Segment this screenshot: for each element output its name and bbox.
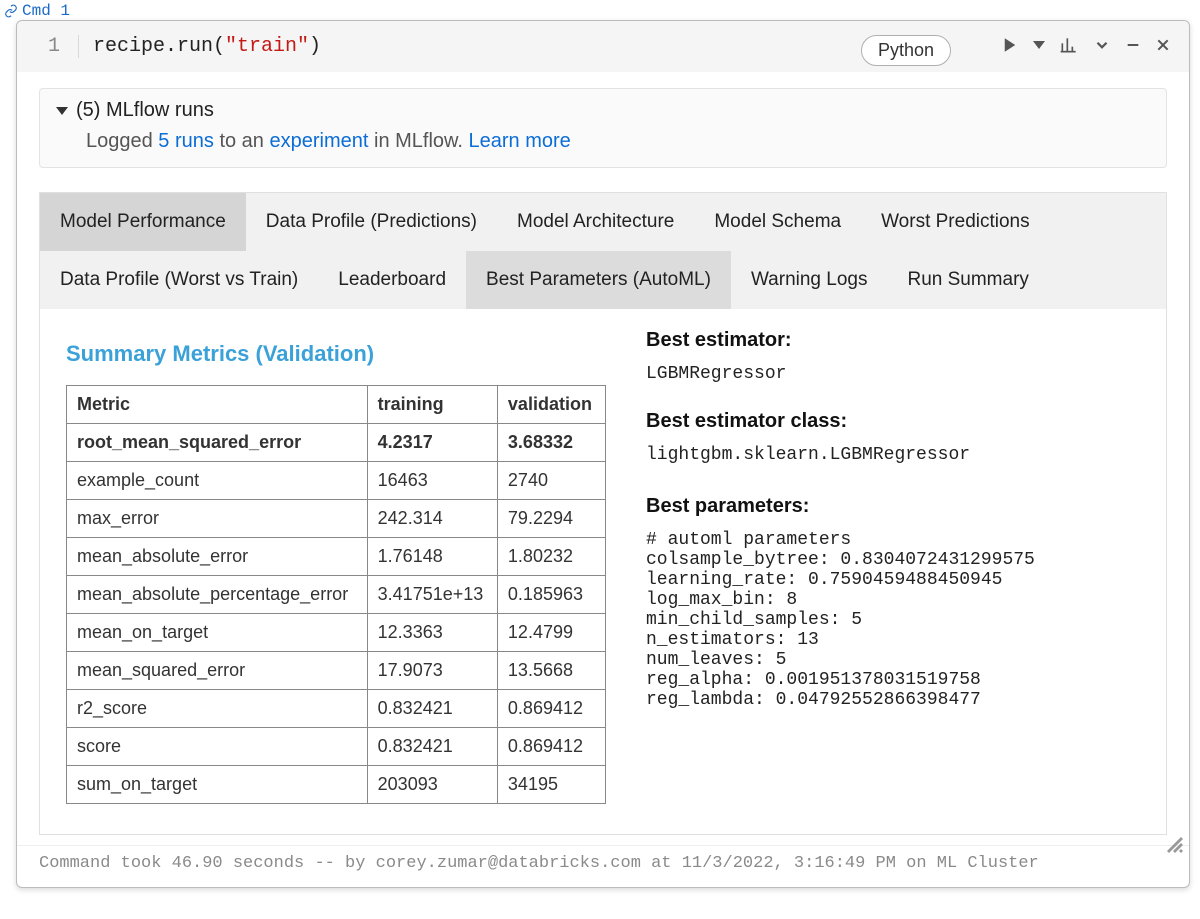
table-cell: 3.41751e+13	[367, 576, 497, 614]
table-row: score0.8324210.869412	[67, 728, 606, 766]
table-header: validation	[497, 386, 605, 424]
tab-worst-predictions[interactable]: Worst Predictions	[861, 193, 1050, 251]
line-number: 1	[17, 35, 79, 58]
table-cell: 1.76148	[367, 538, 497, 576]
run-icon[interactable]	[1001, 36, 1019, 54]
table-cell: 79.2294	[497, 500, 605, 538]
table-cell: 12.4799	[497, 614, 605, 652]
table-row: mean_on_target12.336312.4799	[67, 614, 606, 652]
table-row: mean_squared_error17.907313.5668	[67, 652, 606, 690]
summary-metrics-table: Metrictrainingvalidation root_mean_squar…	[66, 385, 606, 804]
table-row: example_count164632740	[67, 462, 606, 500]
table-cell: 12.3363	[367, 614, 497, 652]
table-cell: 0.185963	[497, 576, 605, 614]
experiment-link[interactable]: experiment	[270, 130, 369, 152]
mlflow-subtext: Logged 5 runs to an experiment in MLflow…	[56, 122, 1150, 153]
tab-warning-logs[interactable]: Warning Logs	[731, 251, 888, 309]
collapse-icon[interactable]	[56, 107, 68, 115]
tab-best-parameters-automl-[interactable]: Best Parameters (AutoML)	[466, 251, 731, 309]
tabs-row-2: Data Profile (Worst vs Train)Leaderboard…	[40, 251, 1166, 309]
table-cell: example_count	[67, 462, 368, 500]
mlflow-runs-panel: (5) MLflow runs Logged 5 runs to an expe…	[39, 88, 1167, 168]
tab-data-profile-worst-vs-train-[interactable]: Data Profile (Worst vs Train)	[40, 251, 318, 309]
table-cell: 1.80232	[497, 538, 605, 576]
table-row: sum_on_target20309334195	[67, 766, 606, 804]
cell-label: Cmd 1	[22, 2, 70, 20]
table-cell: 16463	[367, 462, 497, 500]
table-cell: 0.832421	[367, 690, 497, 728]
best-params-label: Best parameters:	[646, 495, 1140, 518]
table-cell: 34195	[497, 766, 605, 804]
table-cell: 4.2317	[367, 424, 497, 462]
code-row: 1 recipe.run("train") Python	[17, 21, 1189, 72]
table-row: mean_absolute_error1.761481.80232	[67, 538, 606, 576]
table-row: max_error242.31479.2294	[67, 500, 606, 538]
table-cell: sum_on_target	[67, 766, 368, 804]
table-cell: 0.869412	[497, 728, 605, 766]
execution-footer: Command took 46.90 seconds -- by corey.z…	[17, 845, 1189, 887]
best-class-label: Best estimator class:	[646, 410, 1140, 433]
tab-run-summary[interactable]: Run Summary	[887, 251, 1048, 309]
table-cell: max_error	[67, 500, 368, 538]
tab-data-profile-predictions-[interactable]: Data Profile (Predictions)	[246, 193, 497, 251]
chevron-down-icon[interactable]	[1093, 36, 1111, 54]
table-cell: mean_squared_error	[67, 652, 368, 690]
learn-more-link[interactable]: Learn more	[468, 130, 570, 152]
best-params-text: # automl parameters colsample_bytree: 0.…	[646, 530, 1140, 710]
best-class-value: lightgbm.sklearn.LGBMRegressor	[646, 445, 1140, 465]
table-cell: 203093	[367, 766, 497, 804]
table-cell: 0.832421	[367, 728, 497, 766]
table-cell: mean_on_target	[67, 614, 368, 652]
tab-model-schema[interactable]: Model Schema	[694, 193, 861, 251]
table-cell: root_mean_squared_error	[67, 424, 368, 462]
output-tabs-area: Model PerformanceData Profile (Predictio…	[39, 192, 1167, 835]
minimize-icon[interactable]	[1125, 37, 1141, 53]
table-row: mean_absolute_percentage_error3.41751e+1…	[67, 576, 606, 614]
table-cell: score	[67, 728, 368, 766]
link-icon	[4, 4, 18, 18]
best-estimator-value: LGBMRegressor	[646, 364, 1140, 384]
runs-link[interactable]: 5 runs	[158, 130, 214, 152]
table-cell: mean_absolute_error	[67, 538, 368, 576]
table-cell: 17.9073	[367, 652, 497, 690]
cell-toolbar	[1001, 35, 1171, 55]
resize-handle-icon[interactable]	[1167, 837, 1183, 853]
tab-model-architecture[interactable]: Model Architecture	[497, 193, 694, 251]
tab-leaderboard[interactable]: Leaderboard	[318, 251, 466, 309]
table-cell: 3.68332	[497, 424, 605, 462]
cell-handle[interactable]: Cmd 1	[0, 0, 1200, 20]
summary-metrics-title: Summary Metrics (Validation)	[66, 341, 606, 367]
table-header: training	[367, 386, 497, 424]
language-selector[interactable]: Python	[861, 35, 951, 66]
run-menu-icon[interactable]	[1033, 41, 1045, 49]
tab-model-performance[interactable]: Model Performance	[40, 193, 246, 251]
best-estimator-label: Best estimator:	[646, 329, 1140, 352]
table-row: root_mean_squared_error4.23173.68332	[67, 424, 606, 462]
table-cell: 2740	[497, 462, 605, 500]
table-cell: r2_score	[67, 690, 368, 728]
mlflow-header-text: (5) MLflow runs	[76, 99, 214, 122]
chart-icon[interactable]	[1059, 35, 1079, 55]
table-row: r2_score0.8324210.869412	[67, 690, 606, 728]
code-editor[interactable]: recipe.run("train")	[79, 35, 321, 58]
table-cell: 13.5668	[497, 652, 605, 690]
table-header: Metric	[67, 386, 368, 424]
cell-container: 1 recipe.run("train") Python (5) MLflow …	[16, 20, 1190, 888]
table-cell: mean_absolute_percentage_error	[67, 576, 368, 614]
tabs-row-1: Model PerformanceData Profile (Predictio…	[40, 193, 1166, 251]
table-cell: 242.314	[367, 500, 497, 538]
table-cell: 0.869412	[497, 690, 605, 728]
close-icon[interactable]	[1155, 37, 1171, 53]
